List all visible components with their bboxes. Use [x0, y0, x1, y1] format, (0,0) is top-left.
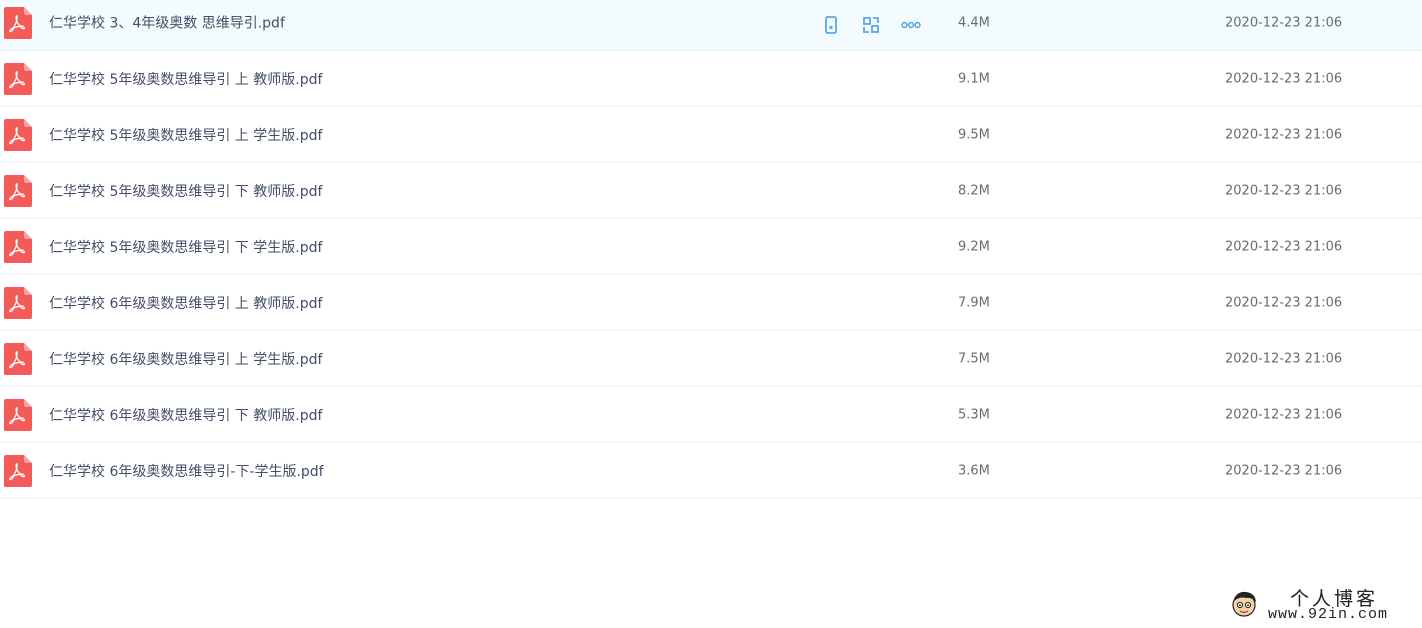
file-list: 仁华学校 3、4年级奥数 思维导引.pdf 4.4M 2020-12-23 21… [0, 0, 1422, 499]
file-date: 2020-12-23 21:06 [1225, 127, 1343, 142]
file-name[interactable]: 仁华学校 6年级奥数思维导引 上 教师版.pdf [49, 293, 322, 313]
file-name[interactable]: 仁华学校 3、4年级奥数 思维导引.pdf [49, 13, 285, 33]
file-size: 7.9M [958, 295, 990, 310]
file-size: 8.2M [958, 183, 990, 198]
avatar-icon [1228, 588, 1260, 620]
file-name[interactable]: 仁华学校 5年级奥数思维导引 下 学生版.pdf [49, 237, 322, 257]
pdf-icon [4, 7, 32, 39]
file-row[interactable]: 仁华学校 6年级奥数思维导引 上 学生版.pdf 7.5M 2020-12-23… [0, 331, 1422, 387]
file-name[interactable]: 仁华学校 6年级奥数思维导引 上 学生版.pdf [49, 349, 322, 369]
pdf-icon [4, 118, 32, 151]
file-size: 9.1M [958, 71, 990, 86]
file-date: 2020-12-23 21:06 [1225, 71, 1343, 86]
file-date: 2020-12-23 21:06 [1225, 239, 1343, 254]
pdf-icon [4, 454, 32, 487]
file-name[interactable]: 仁华学校 5年级奥数思维导引 上 学生版.pdf [49, 125, 322, 145]
more-icon[interactable] [900, 14, 922, 36]
pdf-icon [4, 286, 32, 319]
pdf-icon [4, 230, 32, 263]
file-size: 3.6M [958, 463, 990, 478]
file-date: 2020-12-23 21:06 [1225, 463, 1343, 478]
watermark: 个人博客 www.92in.com [1228, 582, 1418, 624]
watermark-url: www.92in.com [1268, 606, 1389, 623]
file-date: 2020-12-23 21:06 [1225, 15, 1343, 31]
file-row[interactable]: 仁华学校 5年级奥数思维导引 上 教师版.pdf 9.1M 2020-12-23… [0, 51, 1422, 107]
file-name[interactable]: 仁华学校 5年级奥数思维导引 下 教师版.pdf [49, 181, 322, 201]
file-size: 9.2M [958, 239, 990, 254]
pdf-icon [4, 174, 32, 207]
file-row[interactable]: 仁华学校 3、4年级奥数 思维导引.pdf 4.4M 2020-12-23 21… [0, 0, 1422, 51]
file-size: 4.4M [958, 15, 990, 31]
file-name[interactable]: 仁华学校 5年级奥数思维导引 上 教师版.pdf [49, 69, 322, 89]
file-date: 2020-12-23 21:06 [1225, 183, 1343, 198]
file-name[interactable]: 仁华学校 6年级奥数思维导引-下-学生版.pdf [49, 461, 324, 481]
pdf-icon [4, 398, 32, 431]
file-size: 7.5M [958, 351, 990, 366]
pdf-icon [4, 62, 32, 95]
pdf-icon [4, 342, 32, 375]
file-name[interactable]: 仁华学校 6年级奥数思维导引 下 教师版.pdf [49, 405, 322, 425]
file-row[interactable]: 仁华学校 5年级奥数思维导引 下 学生版.pdf 9.2M 2020-12-23… [0, 219, 1422, 275]
file-size: 9.5M [958, 127, 990, 142]
file-row[interactable]: 仁华学校 6年级奥数思维导引 下 教师版.pdf 5.3M 2020-12-23… [0, 387, 1422, 443]
file-row[interactable]: 仁华学校 6年级奥数思维导引-下-学生版.pdf 3.6M 2020-12-23… [0, 443, 1422, 499]
share-icon[interactable] [860, 14, 882, 36]
file-date: 2020-12-23 21:06 [1225, 295, 1343, 310]
file-row[interactable]: 仁华学校 6年级奥数思维导引 上 教师版.pdf 7.9M 2020-12-23… [0, 275, 1422, 331]
phone-icon[interactable] [820, 14, 842, 36]
file-size: 5.3M [958, 407, 990, 422]
file-row[interactable]: 仁华学校 5年级奥数思维导引 下 教师版.pdf 8.2M 2020-12-23… [0, 163, 1422, 219]
file-date: 2020-12-23 21:06 [1225, 407, 1343, 422]
file-date: 2020-12-23 21:06 [1225, 351, 1343, 366]
file-row[interactable]: 仁华学校 5年级奥数思维导引 上 学生版.pdf 9.5M 2020-12-23… [0, 107, 1422, 163]
